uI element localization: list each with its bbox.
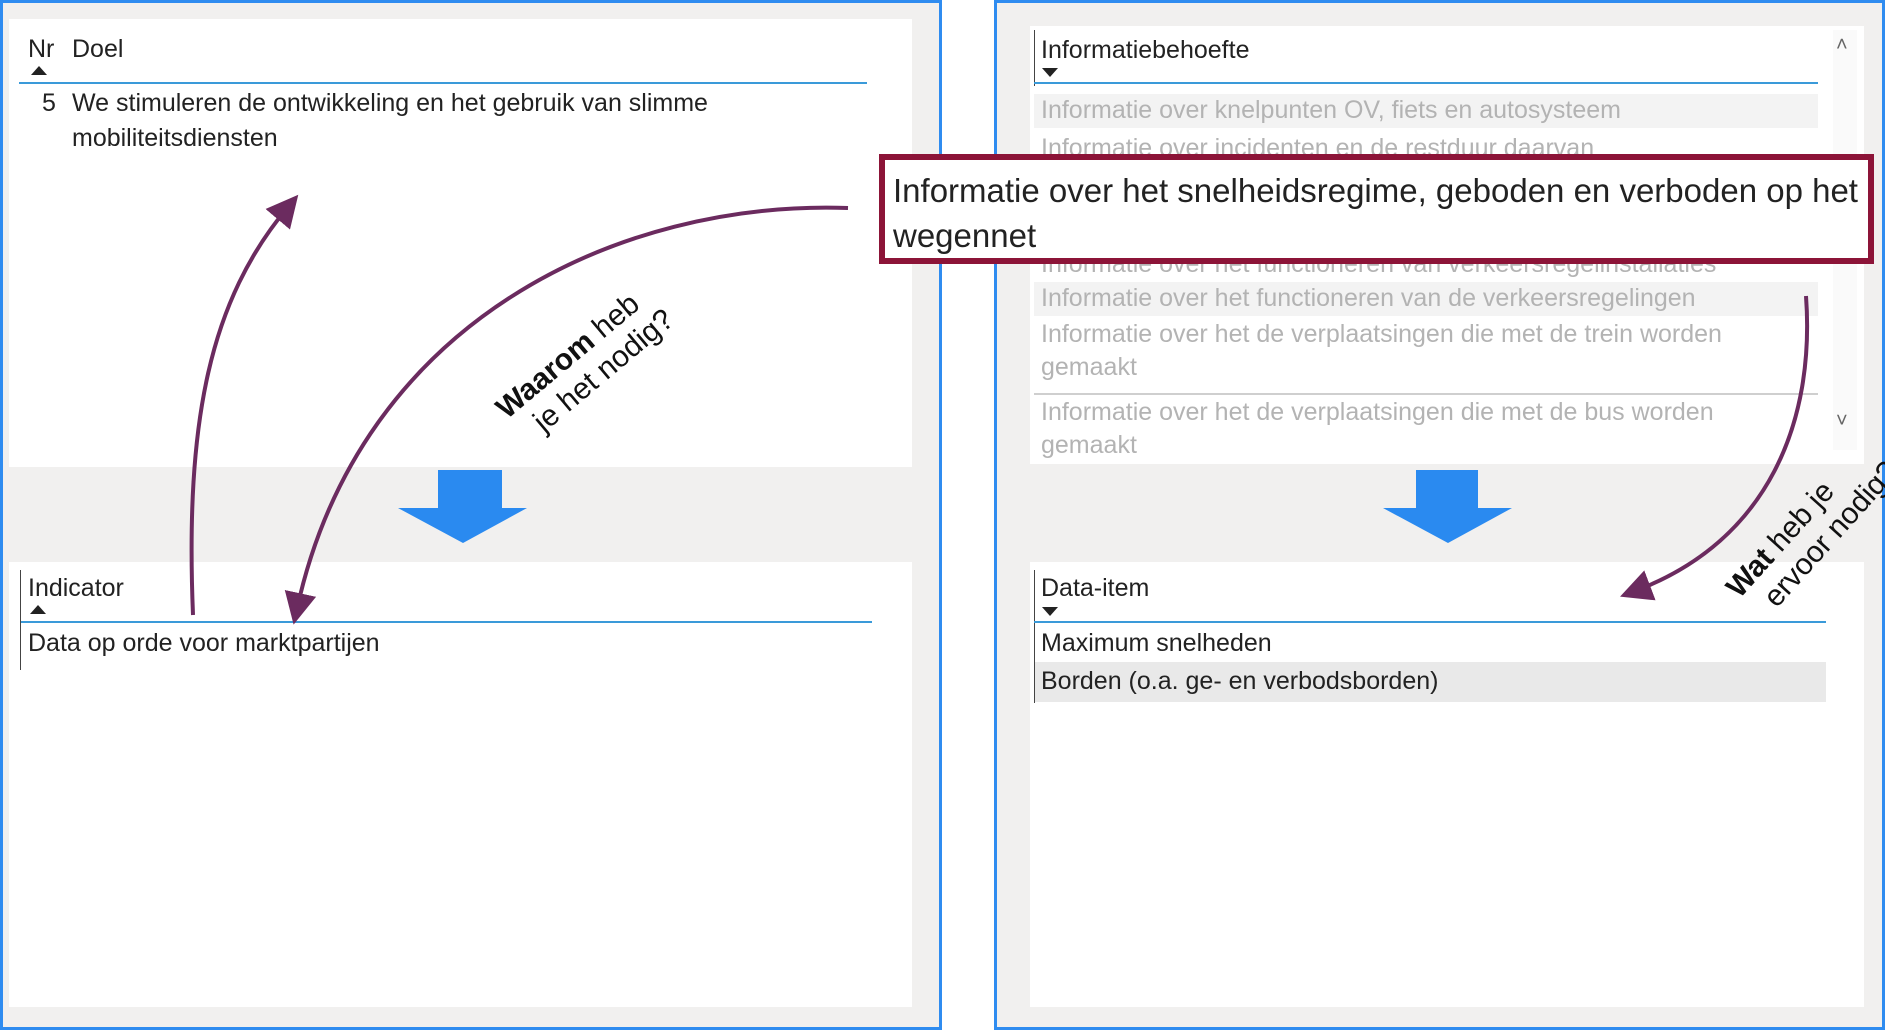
- arrows-overlay: [189, 194, 1810, 625]
- arrow-indicator-to-doel: [189, 194, 299, 616]
- flow-down-arrow-left: [398, 470, 527, 543]
- flow-down-arrow-right: [1383, 470, 1512, 543]
